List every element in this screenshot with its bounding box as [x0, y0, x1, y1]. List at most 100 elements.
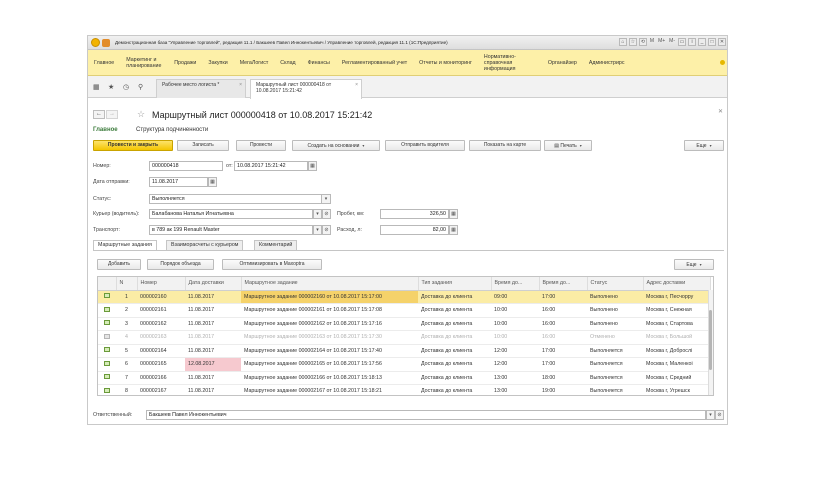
column-delivery-date[interactable]: Дата доставки [185, 277, 242, 291]
chevron-down-icon[interactable]: ▾ [313, 209, 322, 219]
menu-item-megalogist[interactable]: МегаЛогист [234, 60, 275, 66]
task-number: 000002163 [137, 330, 185, 345]
post-and-close-button[interactable]: Провести и закрыть [93, 140, 173, 151]
calendar-icon[interactable]: ▦ [308, 161, 317, 171]
courier-field[interactable]: Балабанова Наталья Игнатьевна [149, 209, 313, 219]
history-icon[interactable]: ⟲ [638, 38, 647, 46]
chevron-down-icon[interactable]: ▾ [313, 225, 322, 235]
status-select[interactable]: Выполняется [149, 194, 322, 204]
scrollbar-thumb[interactable] [709, 310, 712, 370]
tab-route-sheet[interactable]: Маршрутный лист 000000418 от 10.08.2017 … [250, 79, 362, 99]
table-row[interactable]: 2 000002161 11.08.2017 Маршрутное задание 0… [98, 303, 710, 318]
forward-button[interactable]: → [106, 110, 118, 119]
create-based-on-button[interactable]: Создать на основании ▾ [292, 140, 380, 151]
document-date-field[interactable]: 10.08.2017 15:21:42 [234, 161, 308, 171]
column-time-from[interactable]: Время до... [491, 277, 540, 291]
table-row[interactable]: 1 000002160 11.08.2017 Маршрутное задание 0… [98, 290, 710, 304]
chevron-down-icon[interactable]: ▾ [706, 410, 715, 420]
optimize-maxoptra-button[interactable]: Оптимизировать в Maxoptra [222, 259, 322, 270]
home-icon[interactable]: ⌂ [618, 38, 627, 46]
maximize-icon[interactable]: □ [708, 38, 716, 46]
open-link-icon[interactable]: ⊘ [322, 225, 331, 235]
menu-item-reports[interactable]: Отчеты и мониторинг [413, 60, 478, 66]
time-from: 10:00 [491, 317, 539, 331]
tab-logist-workplace[interactable]: Рабочее место логиста * × [156, 79, 246, 98]
search-icon[interactable]: ⚲ [138, 83, 143, 91]
time-to: 16:00 [539, 303, 587, 318]
table-row[interactable]: 7 000002166 11.08.2017 Маршрутное задание 0… [98, 371, 710, 385]
column-route-task[interactable]: Маршрутное задание [241, 277, 419, 291]
responsible-field[interactable]: Бакшеев Павел Иннокентьевич [146, 410, 706, 420]
back-button[interactable]: ← [93, 110, 105, 119]
close-icon[interactable]: ✕ [718, 38, 726, 46]
nav-link-main[interactable]: Главное [93, 127, 118, 133]
calculator-icon[interactable]: ▦ [449, 225, 458, 235]
post-button[interactable]: Провести [236, 140, 286, 151]
menu-item-reference[interactable]: Нормативно-справочная информация [478, 54, 542, 72]
route-order-button[interactable]: Порядок объезда [147, 259, 214, 270]
menu-item-sales[interactable]: Продажи [168, 60, 202, 66]
menu-item-regulated[interactable]: Регламентированный учет [336, 60, 413, 66]
print-button[interactable]: ▤ Печать ▾ [544, 140, 592, 151]
table-row[interactable]: 5 000002164 11.08.2017 Маршрутное задание 0… [98, 344, 710, 358]
close-icon[interactable]: × [355, 82, 358, 88]
time-from: 10:00 [491, 303, 539, 318]
save-button[interactable]: Записать [177, 140, 229, 151]
menu-more-icon[interactable] [720, 60, 725, 65]
nav-link-structure[interactable]: Структура подчиненности [136, 127, 208, 133]
window-title: Демонстрационная база "Управление торгов… [115, 40, 448, 45]
memory-minus-button[interactable]: M- [668, 38, 676, 46]
main-menu-icon[interactable] [102, 38, 110, 47]
transport-field[interactable]: в 789 ак 199 Renault Master [149, 225, 313, 235]
show-on-map-button[interactable]: Показать на карте [469, 140, 541, 151]
send-driver-button[interactable]: Отправить водителя [385, 140, 465, 151]
menu-item-marketing[interactable]: Маркетинг и планирование [120, 57, 168, 69]
window-icon[interactable]: ▭ [678, 38, 686, 46]
time-from: 12:00 [491, 357, 539, 372]
grid-menu-icon[interactable]: ▦ [93, 83, 100, 91]
more-button[interactable]: Еще ▾ [684, 140, 724, 151]
mileage-field[interactable]: 326,50 [380, 209, 449, 219]
column-n[interactable]: N [116, 277, 138, 291]
menu-item-main[interactable]: Главное [88, 60, 120, 66]
fuel-field[interactable]: 82,00 [380, 225, 449, 235]
table-row[interactable]: 6 000002165 12.08.2017 Маршрутное задание 0… [98, 357, 710, 372]
minimize-icon[interactable]: _ [698, 38, 706, 46]
table-row[interactable]: 3 000002162 11.08.2017 Маршрутное задание 0… [98, 317, 710, 331]
table-row[interactable]: 4 000002163 11.08.2017 Маршрутное задание 0… [98, 330, 710, 345]
column-address[interactable]: Адрес доставки [643, 277, 711, 291]
column-number[interactable]: Номер [137, 277, 186, 291]
menu-item-purchases[interactable]: Закупки [202, 60, 233, 66]
memory-button[interactable]: M [649, 38, 655, 46]
calculator-icon[interactable]: ▦ [449, 209, 458, 219]
menu-item-finance[interactable]: Финансы [302, 60, 336, 66]
menu-item-admin[interactable]: Администрирс [583, 60, 631, 66]
star-icon[interactable]: ☆ [628, 38, 637, 46]
add-button[interactable]: Добавить [97, 259, 141, 270]
menu-item-warehouse[interactable]: Склад [274, 60, 301, 66]
vertical-scrollbar[interactable] [708, 290, 713, 395]
history-icon[interactable]: ◷ [123, 83, 129, 91]
table-more-button[interactable]: Еще ▾ [674, 259, 714, 270]
close-icon[interactable]: × [239, 82, 242, 88]
task-number: 000002160 [137, 290, 185, 304]
ship-date-field[interactable]: 11.08.2017 [149, 177, 208, 187]
app-logo-icon[interactable] [91, 38, 100, 47]
open-link-icon[interactable]: ⊘ [715, 410, 724, 420]
open-link-icon[interactable]: ⊘ [322, 209, 331, 219]
row-number: 8 [116, 384, 137, 395]
chevron-down-icon[interactable]: ▾ [322, 194, 331, 204]
document-icon [104, 306, 110, 312]
table-row[interactable]: 8 000002167 11.08.2017 Маршрутное задание 0… [98, 384, 710, 395]
info-icon[interactable]: i [688, 38, 696, 46]
number-field[interactable]: 000000418 [149, 161, 223, 171]
column-task-type[interactable]: Тип задания [418, 277, 492, 291]
memory-plus-button[interactable]: M+ [657, 38, 666, 46]
favorite-star-icon[interactable]: ☆ [137, 109, 145, 120]
column-time-to[interactable]: Время до... [539, 277, 588, 291]
close-icon[interactable]: ✕ [718, 108, 723, 115]
menu-item-organizer[interactable]: Органайзер [542, 60, 583, 66]
calendar-icon[interactable]: ▦ [208, 177, 217, 187]
column-status[interactable]: Статус [587, 277, 644, 291]
favorites-icon[interactable]: ★ [108, 83, 114, 91]
